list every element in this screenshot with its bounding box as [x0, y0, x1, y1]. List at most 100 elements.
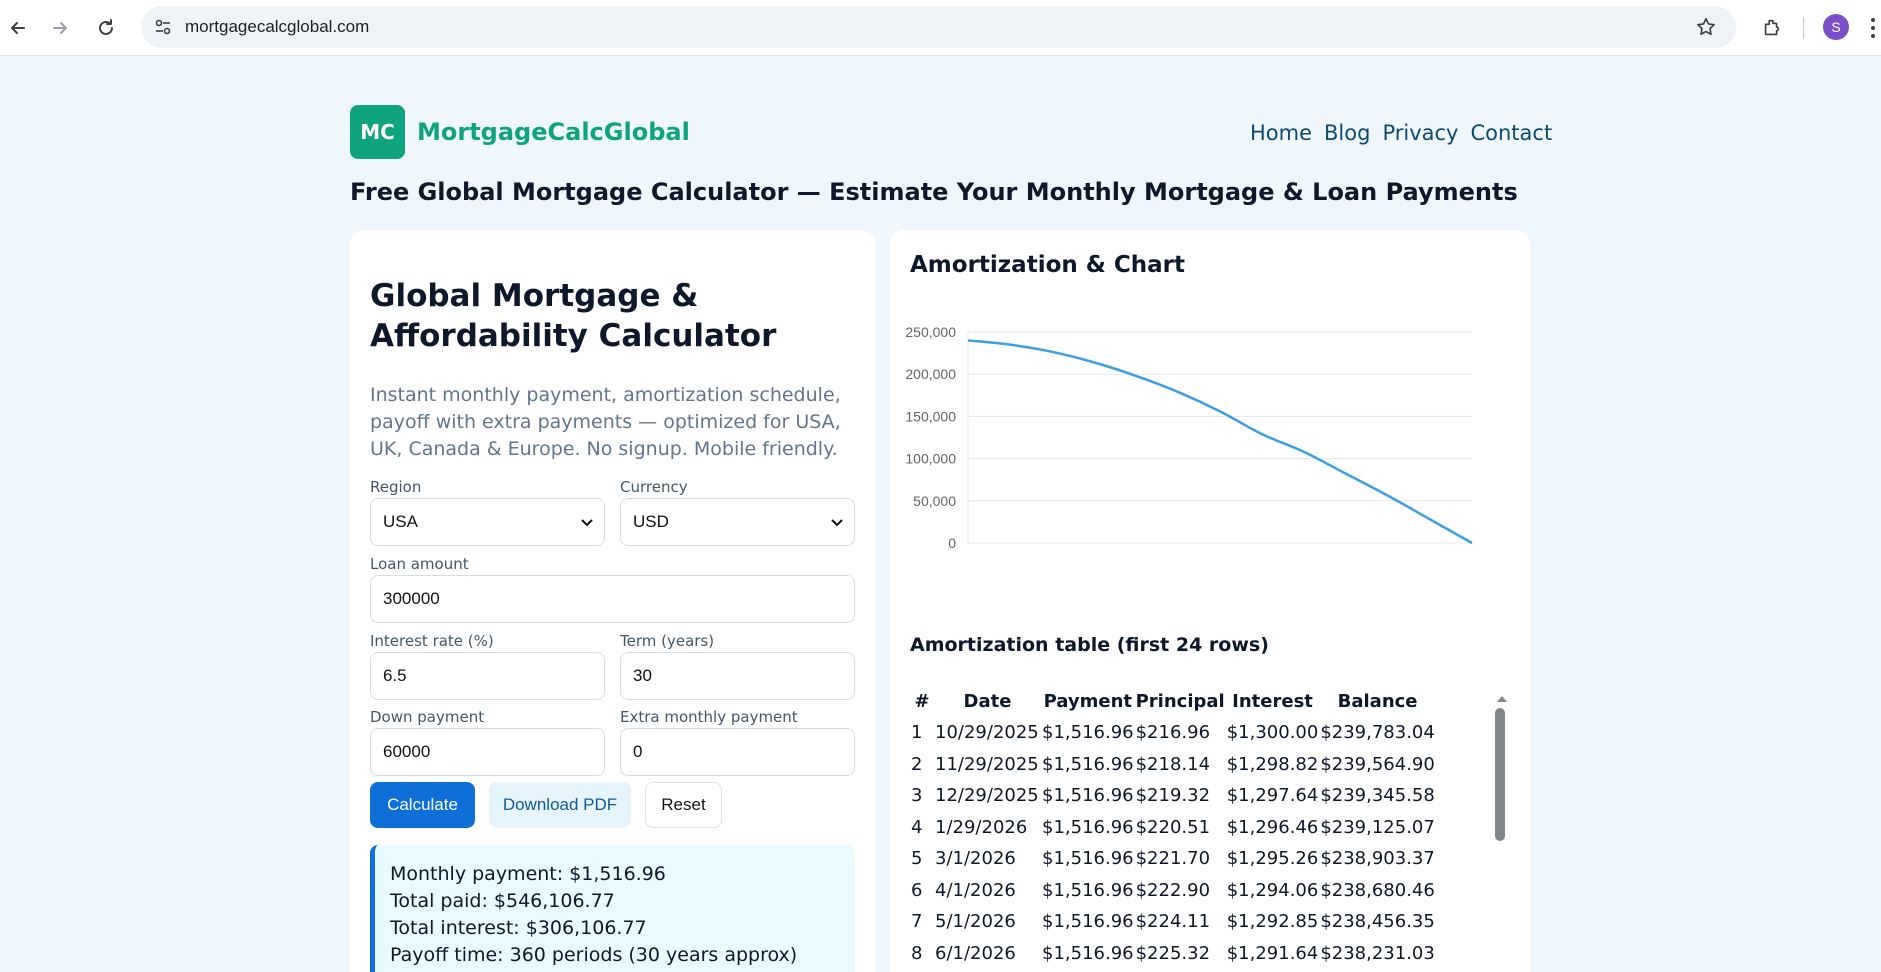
- table-cell: $239,125.07: [1320, 816, 1435, 838]
- table-cell: 12/29/2025: [935, 785, 1039, 807]
- table-cell: 5: [911, 848, 923, 870]
- table-cell: 10/29/2025: [935, 722, 1039, 744]
- table-body: 1 10/29/2025 $1,516.96 $216.96 $1,300.00 $239…: [910, 717, 1436, 969]
- y-tick-label: 200,000: [905, 366, 956, 382]
- brand-name[interactable]: MortgageCalcGlobal: [417, 118, 690, 146]
- y-tick-label: 100,000: [905, 451, 956, 467]
- extensions-puzzle-icon[interactable]: [1756, 12, 1788, 44]
- nav-link-privacy[interactable]: Privacy: [1382, 121, 1458, 145]
- table-cell: $1,291.64: [1226, 942, 1319, 964]
- table-cell: $238,231.03: [1320, 942, 1435, 964]
- table-cell: $1,300.00: [1226, 722, 1319, 744]
- table-cell: $1,516.96: [1042, 848, 1134, 870]
- browser-menu-icon[interactable]: [1866, 14, 1880, 42]
- monthly-payment-result: Monthly payment: $1,516.96: [390, 863, 666, 885]
- table-cell: 6: [911, 879, 923, 901]
- table-row: 5 3/1/2026 $1,516.96 $221.70 $1,295.26 $238,9…: [910, 843, 1436, 875]
- payoff-time-result: Payoff time: 360 periods (30 years appro…: [390, 944, 798, 966]
- currency-label: Currency: [620, 478, 688, 496]
- table-cell: $238,903.37: [1320, 848, 1435, 870]
- balance-line-chart: 250,000 200,000 150,000 100,000 50,000 0: [905, 324, 1473, 551]
- scroll-up-arrow-icon[interactable]: [1495, 690, 1509, 710]
- extra-payment-label: Extra monthly payment: [620, 708, 798, 726]
- table-cell: $1,297.64: [1226, 785, 1319, 807]
- currency-value: USD: [633, 512, 669, 531]
- table-cell: $1,296.46: [1226, 816, 1319, 838]
- column-header-balance: Balance: [1337, 690, 1418, 712]
- calculator-description: Instant monthly payment, amortization sc…: [370, 384, 841, 460]
- table-header-row: # Date Payment Principal Interest Balance: [910, 685, 1436, 717]
- site-settings-icon[interactable]: [149, 13, 177, 41]
- download-pdf-button[interactable]: Download PDF: [489, 782, 631, 828]
- table-cell: $1,516.96: [1042, 722, 1134, 744]
- amortization-table-container[interactable]: # Date Payment Principal Interest Balance 1 10…: [910, 685, 1510, 972]
- table-cell: 3: [911, 785, 923, 807]
- browser-toolbar: mortgagecalcglobal.com S: [0, 0, 1881, 56]
- table-cell: $222.90: [1135, 879, 1211, 901]
- table-cell: $238,456.35: [1320, 911, 1435, 933]
- table-cell: $1,516.96: [1042, 785, 1134, 807]
- table-cell: 8: [911, 942, 923, 964]
- extra-payment-input[interactable]: 0: [620, 728, 855, 776]
- total-interest-result: Total interest: $306,106.77: [390, 917, 647, 939]
- table-cell: $239,564.90: [1320, 753, 1435, 775]
- table-cell: 5/1/2026: [935, 911, 1016, 933]
- table-cell: $221.70: [1135, 848, 1211, 870]
- y-tick-label: 150,000: [905, 408, 956, 424]
- table-cell: $1,516.96: [1042, 879, 1134, 901]
- site-logo[interactable]: MC: [350, 105, 405, 159]
- down-payment-label: Down payment: [370, 708, 485, 726]
- term-input[interactable]: 30: [620, 652, 855, 700]
- table-row: 3 12/29/2025 $1,516.96 $219.32 $1,297.64 $239…: [910, 780, 1436, 812]
- amortization-table: # Date Payment Principal Interest Balance 1 10…: [910, 685, 1436, 969]
- table-cell: $220.51: [1135, 816, 1211, 838]
- nav-link-blog[interactable]: Blog: [1324, 121, 1370, 145]
- y-tick-label: 250,000: [905, 324, 956, 340]
- loan-amount-input[interactable]: 300000: [370, 575, 855, 623]
- chevron-down-icon: [581, 519, 593, 527]
- address-bar[interactable]: mortgagecalcglobal.com: [141, 6, 1736, 48]
- table-cell: $1,292.85: [1226, 911, 1319, 933]
- amortization-card: Amortization & Chart 250,000 200,000 150,0…: [890, 230, 1530, 972]
- chevron-down-icon: [831, 519, 843, 527]
- table-cell: 11/29/2025: [935, 753, 1039, 775]
- balance-series-line: [967, 339, 1473, 545]
- column-header-date: Date: [963, 690, 1012, 712]
- interest-rate-label: Interest rate (%): [370, 632, 494, 650]
- interest-rate-input[interactable]: 6.5: [370, 652, 605, 700]
- back-icon[interactable]: [2, 12, 34, 44]
- nav-link-home[interactable]: Home: [1250, 121, 1312, 145]
- bookmark-star-icon[interactable]: [1694, 15, 1718, 39]
- toolbar-divider: [1803, 17, 1804, 39]
- y-tick-label: 50,000: [913, 493, 956, 509]
- url-text[interactable]: mortgagecalcglobal.com: [185, 17, 369, 37]
- page-headline: Free Global Mortgage Calculator — Estima…: [350, 178, 1518, 206]
- forward-icon[interactable]: [44, 12, 76, 44]
- table-scrollbar-thumb[interactable]: [1495, 708, 1505, 841]
- table-cell: $1,295.26: [1226, 848, 1319, 870]
- column-header-interest: Interest: [1232, 690, 1313, 712]
- calculator-card: Global Mortgage & Affordability Calculat…: [350, 230, 875, 972]
- total-paid-result: Total paid: $546,106.77: [390, 890, 615, 912]
- reload-icon[interactable]: [90, 12, 122, 44]
- table-cell: $1,516.96: [1042, 942, 1134, 964]
- table-cell: $1,516.96: [1042, 753, 1134, 775]
- table-cell: 4/1/2026: [935, 879, 1016, 901]
- calculate-button[interactable]: Calculate: [370, 782, 475, 828]
- region-label: Region: [370, 478, 422, 496]
- down-payment-input[interactable]: 60000: [370, 728, 605, 776]
- table-cell: $225.32: [1135, 942, 1211, 964]
- profile-avatar[interactable]: S: [1823, 14, 1849, 40]
- table-cell: 7: [911, 911, 923, 933]
- nav-link-contact[interactable]: Contact: [1470, 121, 1552, 145]
- table-cell: $239,345.58: [1320, 785, 1435, 807]
- region-select[interactable]: USA: [370, 498, 605, 546]
- currency-select[interactable]: USD: [620, 498, 855, 546]
- table-cell: 3/1/2026: [935, 848, 1016, 870]
- table-row: 2 11/29/2025 $1,516.96 $218.14 $1,298.82 $239…: [910, 749, 1436, 781]
- region-value: USA: [383, 512, 418, 531]
- table-cell: $239,783.04: [1320, 722, 1435, 744]
- reset-button[interactable]: Reset: [645, 782, 722, 828]
- table-cell: 6/1/2026: [935, 942, 1016, 964]
- table-cell: $238,680.46: [1320, 879, 1435, 901]
